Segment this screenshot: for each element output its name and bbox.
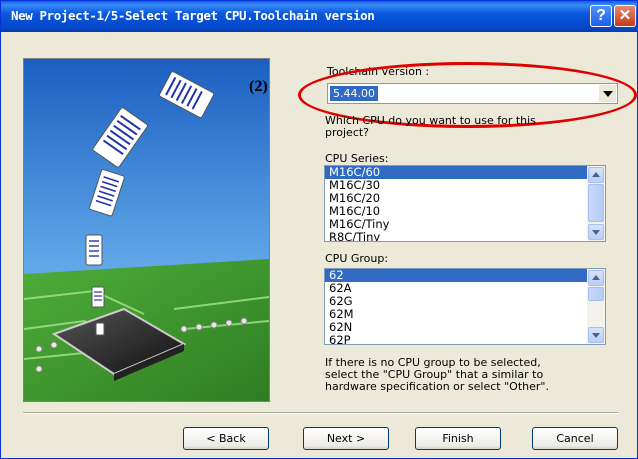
cpu-group-list[interactable]: 62 62A 62G 62M 62N 62P bbox=[324, 268, 606, 345]
list-item[interactable]: 62M bbox=[325, 308, 587, 321]
list-item[interactable]: R8C/Tiny bbox=[325, 231, 587, 242]
chevron-down-icon[interactable] bbox=[599, 85, 616, 102]
toolchain-version-label: Toolchain version : bbox=[327, 65, 430, 78]
finish-button[interactable]: Finish bbox=[415, 427, 501, 450]
next-button[interactable]: Next > bbox=[303, 427, 389, 450]
annotation-label: (2) bbox=[249, 78, 268, 95]
cpu-series-scrollbar[interactable] bbox=[587, 166, 605, 241]
toolchain-version-select[interactable]: 5.44.00 bbox=[327, 83, 618, 104]
footer-divider bbox=[23, 412, 618, 414]
list-item[interactable]: 62P bbox=[325, 334, 587, 345]
cancel-button[interactable]: Cancel bbox=[532, 427, 618, 450]
list-item[interactable]: 62 bbox=[325, 269, 587, 282]
close-button[interactable]: ✕ bbox=[614, 5, 636, 27]
cpu-series-list[interactable]: M16C/60 M16C/30 M16C/20 M16C/10 M16C/Tin… bbox=[324, 165, 606, 242]
chip-documents-image bbox=[24, 59, 269, 401]
scroll-up-icon[interactable] bbox=[588, 167, 604, 183]
window-title: New Project-1/5-Select Target CPU.Toolch… bbox=[11, 8, 375, 23]
cpu-series-label: CPU Series: bbox=[325, 152, 389, 165]
scroll-down-icon[interactable] bbox=[588, 327, 604, 343]
new-project-dialog: New Project-1/5-Select Target CPU.Toolch… bbox=[0, 0, 638, 459]
scroll-up-icon[interactable] bbox=[588, 270, 604, 286]
list-item[interactable]: 62A bbox=[325, 282, 587, 295]
cpu-question-line2: project? bbox=[325, 126, 370, 139]
title-bar[interactable]: New Project-1/5-Select Target CPU.Toolch… bbox=[1, 1, 637, 32]
list-item[interactable]: 62N bbox=[325, 321, 587, 334]
back-button[interactable]: < Back bbox=[183, 427, 269, 450]
scroll-down-icon[interactable] bbox=[588, 224, 604, 240]
wizard-illustration bbox=[23, 58, 270, 402]
cpu-group-scrollbar[interactable] bbox=[587, 269, 605, 344]
scroll-thumb[interactable] bbox=[588, 184, 604, 222]
hint-line3: hardware specification or select "Other"… bbox=[325, 380, 549, 393]
help-button[interactable]: ? bbox=[590, 5, 612, 27]
toolchain-version-value: 5.44.00 bbox=[330, 86, 378, 101]
cpu-group-label: CPU Group: bbox=[325, 252, 389, 265]
list-item[interactable]: 62G bbox=[325, 295, 587, 308]
scroll-thumb[interactable] bbox=[588, 287, 604, 301]
